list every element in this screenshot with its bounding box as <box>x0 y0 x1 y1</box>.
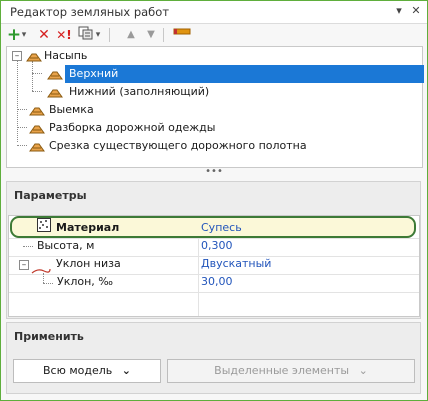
earthworks-editor-window: Редактор земляных работ ▾ ✕ + ▾ ✕ ✕! ▾ ▲… <box>0 0 428 401</box>
property-value-height[interactable]: 0,300 <box>201 237 233 255</box>
earthwork-layer-icon <box>47 86 63 98</box>
collapse-icon[interactable]: – <box>19 260 29 270</box>
earthwork-layer-icon <box>29 104 45 116</box>
button-label: Всю модель <box>43 364 113 377</box>
property-name-material: Материал <box>56 221 120 234</box>
earthwork-layer-icon <box>29 140 45 152</box>
property-name-bottom-slope: Уклон низа <box>56 257 121 270</box>
tree-item-label: Нижний (заполняющий) <box>69 85 210 98</box>
layers-tree: – Насыпь Верхний Нижний (заполняющий) Вы… <box>6 46 424 168</box>
window-title: Редактор земляных работ <box>10 5 170 19</box>
apply-panel: Применить <box>6 322 421 394</box>
earthwork-layer-icon <box>47 68 63 80</box>
tree-item-embankment[interactable]: – Насыпь <box>7 47 422 65</box>
button-label: Выделенные элементы <box>214 364 350 377</box>
tree-item-label: Разборка дорожной одежды <box>49 121 216 134</box>
toolbar-separator <box>163 28 164 42</box>
title-bar: Редактор земляных работ ▾ ✕ <box>1 1 427 24</box>
move-up-icon[interactable]: ▲ <box>122 26 140 44</box>
chevron-down-icon: ⌄ <box>358 364 368 377</box>
apply-all-model-button[interactable]: Всю модель ⌄ <box>13 359 161 383</box>
add-dropdown-icon[interactable]: ▾ <box>19 26 29 44</box>
property-value-bottom-slope[interactable]: Двускатный <box>201 255 271 273</box>
tree-item-label: Верхний <box>65 65 424 83</box>
property-name-slope: Уклон, ‰ <box>57 275 114 288</box>
tree-line <box>43 273 44 283</box>
tree-item-lower[interactable]: Нижний (заполняющий) <box>7 83 422 101</box>
collapse-icon[interactable]: – <box>12 51 22 61</box>
tree-item-upper[interactable]: Верхний <box>7 65 424 83</box>
grid-row-divider <box>9 292 419 293</box>
tree-line <box>43 283 53 284</box>
close-icon[interactable]: ✕ <box>409 4 423 18</box>
property-value-material[interactable]: Супесь <box>201 219 242 237</box>
earthwork-layer-icon <box>26 50 42 62</box>
material-pattern-icon <box>37 218 51 236</box>
panel-splitter[interactable]: ••• <box>1 167 427 180</box>
apply-header: Применить <box>14 330 84 343</box>
apply-selected-elements-button[interactable]: Выделенные элементы ⌄ <box>167 359 415 383</box>
slope-line-icon <box>31 263 51 281</box>
move-down-icon[interactable]: ▼ <box>142 26 160 44</box>
property-value-slope[interactable]: 30,00 <box>201 273 233 291</box>
parameters-header: Параметры <box>14 189 87 202</box>
delete-icon[interactable]: ✕ <box>35 26 53 44</box>
tree-item-existing-surface-cut[interactable]: Срезка существующего дорожного полотна <box>7 137 422 155</box>
pin-dropdown-icon[interactable]: ▾ <box>392 4 406 18</box>
tree-item-excavation[interactable]: Выемка <box>7 101 422 119</box>
tree-line <box>23 246 33 247</box>
property-name-height: Высота, м <box>37 239 95 252</box>
tree-item-label: Выемка <box>49 103 94 116</box>
chevron-down-icon: ⌄ <box>121 364 131 377</box>
toolbar-separator <box>109 28 110 42</box>
earthwork-layer-icon <box>29 122 45 134</box>
toolbar: + ▾ ✕ ✕! ▾ ▲ ▼ <box>1 24 427 46</box>
tree-item-label: Насыпь <box>44 49 88 62</box>
tree-item-pavement-removal[interactable]: Разборка дорожной одежды <box>7 119 422 137</box>
copy-dropdown-icon[interactable]: ▾ <box>93 26 103 44</box>
layer-color-icon[interactable] <box>173 26 191 44</box>
delete-all-icon[interactable]: ✕! <box>55 26 73 44</box>
tree-item-label: Срезка существующего дорожного полотна <box>49 139 307 152</box>
